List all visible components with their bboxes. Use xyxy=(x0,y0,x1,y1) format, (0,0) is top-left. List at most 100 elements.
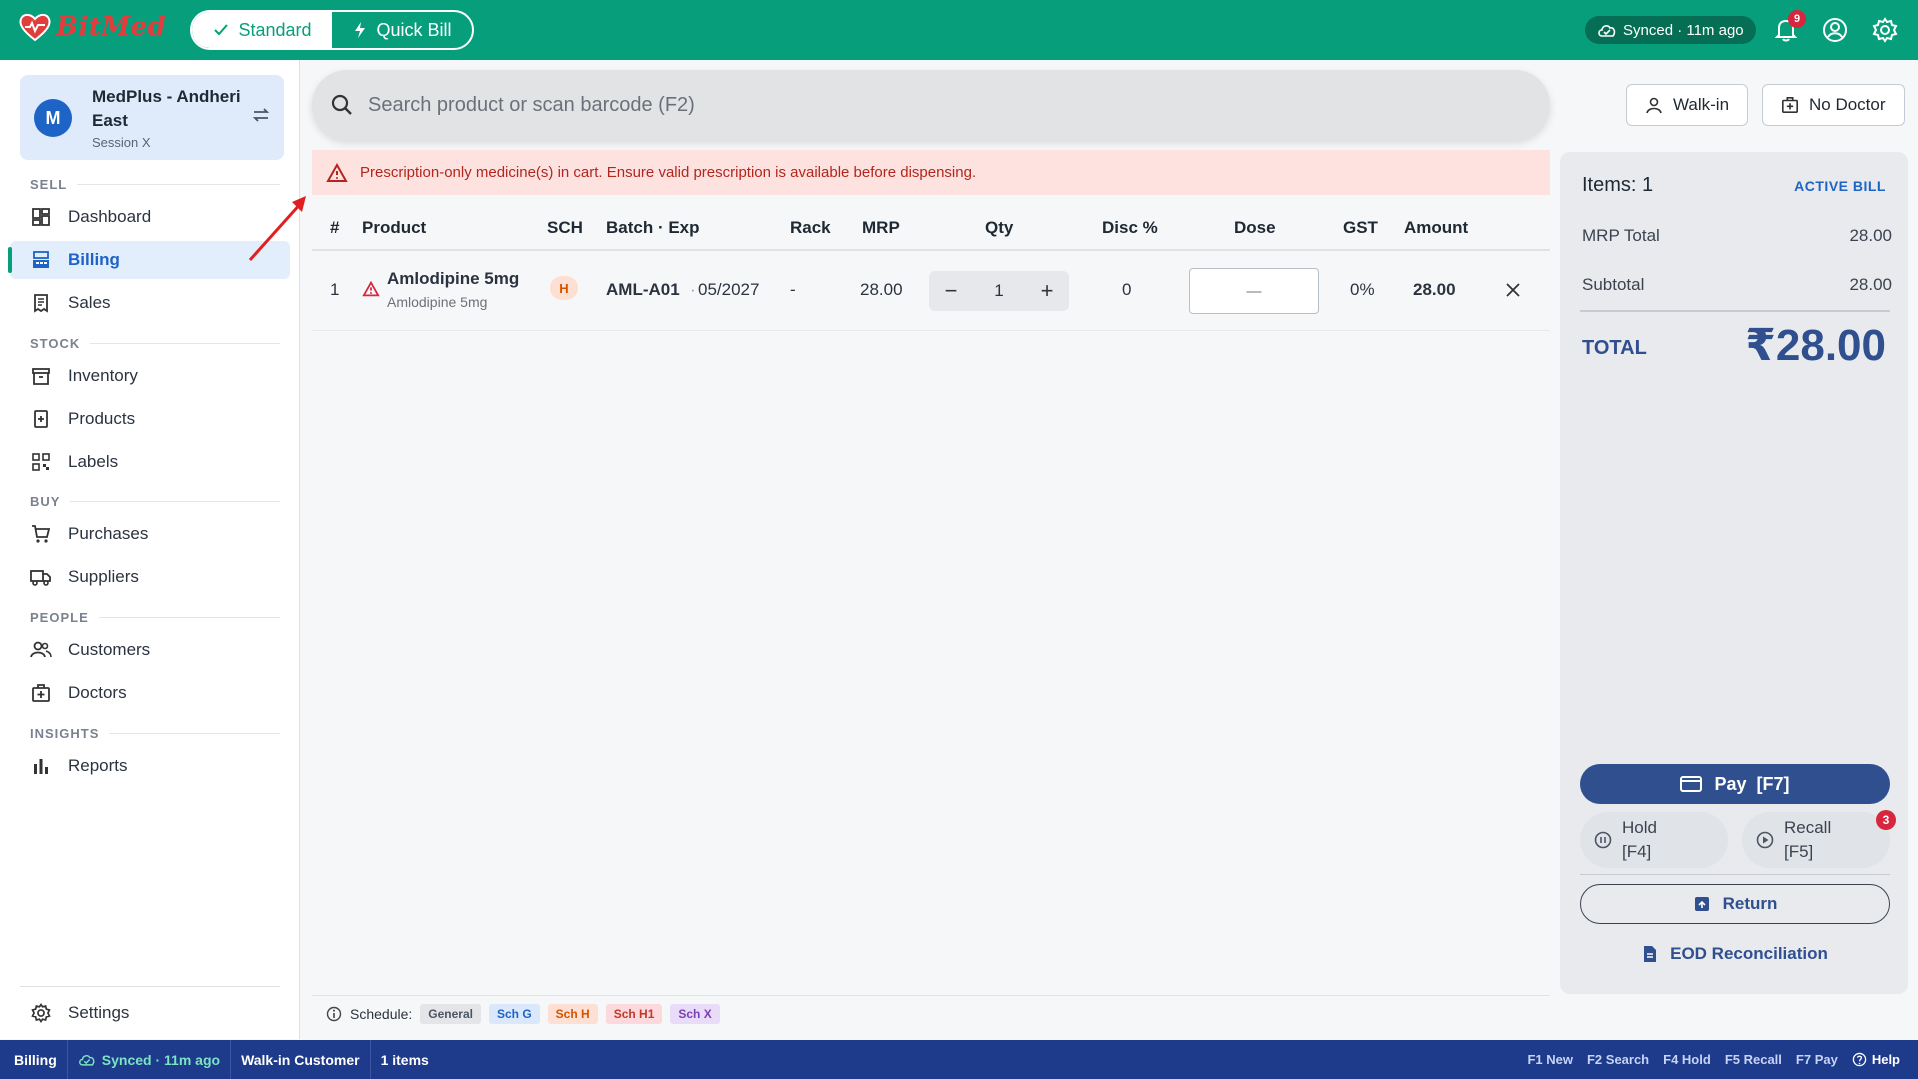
total-label: TOTAL xyxy=(1582,337,1647,359)
sidebar-item-label: Inventory xyxy=(68,366,138,385)
warning-triangle-icon xyxy=(326,162,348,182)
help-button[interactable]: Help xyxy=(1852,1052,1900,1067)
quick-bill-mode-label: Quick Bill xyxy=(376,19,452,40)
sidebar-item-suppliers[interactable]: Suppliers xyxy=(10,558,290,596)
shortcut-search[interactable]: F2 Search xyxy=(1587,1052,1649,1067)
eod-reconciliation-button[interactable]: EOD Reconciliation xyxy=(1580,934,1890,974)
shortcut-pay[interactable]: F7 Pay xyxy=(1796,1052,1838,1067)
mrp-total-row: MRP Total 28.00 xyxy=(1582,226,1892,246)
person-icon xyxy=(1646,97,1662,114)
doctor-label: No Doctor xyxy=(1809,95,1886,114)
notifications-button[interactable]: 9 xyxy=(1770,10,1806,46)
sidebar-item-label: Customers xyxy=(68,640,151,659)
gear-icon xyxy=(1872,17,1898,43)
actions-divider xyxy=(1580,874,1890,875)
people-icon xyxy=(30,639,52,661)
sync-status[interactable]: Synced · 11m ago xyxy=(1585,16,1756,44)
pay-label: Pay [F7] xyxy=(1714,773,1790,794)
medical-box-icon xyxy=(30,408,52,430)
sidebar-item-settings[interactable]: Settings xyxy=(10,994,290,1032)
recall-button[interactable]: Recall [F5] 3 xyxy=(1742,810,1896,868)
standard-mode-button[interactable]: Standard xyxy=(192,12,332,48)
logo-text: BitMed xyxy=(56,12,167,42)
sidebar-item-customers[interactable]: Customers xyxy=(10,631,290,669)
remove-item-icon[interactable] xyxy=(1505,282,1521,298)
amount-value: 28.00 xyxy=(1413,280,1456,299)
sidebar-divider xyxy=(20,986,280,987)
walk-in-customer-button[interactable]: Walk-in xyxy=(1626,84,1749,126)
sidebar-item-label: Dashboard xyxy=(68,207,152,226)
sidebar-item-inventory[interactable]: Inventory xyxy=(10,357,290,395)
dose-input[interactable] xyxy=(1189,268,1319,314)
sidebar-item-label: Billing xyxy=(68,250,120,269)
rack-value: - xyxy=(790,280,796,299)
column-header-qty: Qty xyxy=(985,218,1014,237)
shortcut-recall[interactable]: F5 Recall xyxy=(1725,1052,1782,1067)
settings-button[interactable] xyxy=(1869,14,1901,46)
status-customer: Walk-in Customer xyxy=(231,1040,371,1079)
swap-store-icon[interactable] xyxy=(252,107,270,128)
section-label-insights: INSIGHTS xyxy=(30,726,280,741)
walk-in-label: Walk-in xyxy=(1673,95,1730,114)
discount-value[interactable]: 0 xyxy=(1122,280,1131,300)
pause-circle-icon xyxy=(1594,831,1612,849)
return-box-icon xyxy=(1694,897,1709,911)
qr-code-icon xyxy=(30,451,52,473)
sidebar-item-labels[interactable]: Labels xyxy=(10,443,290,481)
product-name[interactable]: Amlodipine 5mg xyxy=(387,269,519,289)
cart-table-header: # Product SCH Batch · Exp Rack MRP Qty D… xyxy=(312,205,1550,251)
sidebar-item-products[interactable]: Products xyxy=(10,400,290,438)
shortcut-new[interactable]: F1 New xyxy=(1527,1052,1573,1067)
card-icon xyxy=(1680,776,1703,792)
bill-items-count: Items: 1 xyxy=(1582,174,1654,196)
schedule-legend: Schedule: General Sch G Sch H Sch H1 Sch… xyxy=(312,995,1550,1031)
select-doctor-button[interactable]: No Doctor xyxy=(1762,84,1905,126)
recall-label: Recall [F5] xyxy=(1784,818,1832,861)
cart-table: # Product SCH Batch · Exp Rack MRP Qty D… xyxy=(312,205,1550,331)
column-header-index: # xyxy=(330,218,340,237)
medical-bag-icon xyxy=(30,682,52,704)
subtotal-row: Subtotal 28.00 xyxy=(1582,275,1892,295)
return-label: Return xyxy=(1722,894,1778,913)
column-header-batch-exp: Batch · Exp xyxy=(606,218,700,237)
shortcut-hold[interactable]: F4 Hold xyxy=(1663,1052,1711,1067)
sidebar-item-label: Labels xyxy=(68,452,119,471)
quantity-value[interactable]: 1 xyxy=(994,281,1003,301)
pay-button[interactable]: Pay [F7] xyxy=(1580,764,1890,804)
column-header-rack: Rack xyxy=(790,218,831,237)
search-icon xyxy=(331,94,352,115)
store-name: MedPlus - Andheri East xyxy=(92,87,241,130)
medical-bag-icon xyxy=(1781,96,1799,114)
sidebar-item-reports[interactable]: Reports xyxy=(10,747,290,785)
gst-value: 0% xyxy=(1350,280,1375,299)
sidebar-item-sales[interactable]: Sales xyxy=(10,284,290,322)
increase-qty-button[interactable]: + xyxy=(1035,278,1059,303)
table-row[interactable]: 1 Amlodipine 5mg Amlodipine 5mg H AML-A0… xyxy=(312,251,1550,331)
section-label-stock: STOCK xyxy=(30,336,280,351)
sidebar-item-label: Doctors xyxy=(68,683,127,702)
sidebar-item-doctors[interactable]: Doctors xyxy=(10,674,290,712)
legend-label: Schedule: xyxy=(350,1005,413,1022)
column-header-amount: Amount xyxy=(1404,218,1469,237)
bar-chart-icon xyxy=(30,755,52,777)
column-header-mrp: MRP xyxy=(862,218,900,237)
hold-button[interactable]: Hold [F4] xyxy=(1580,812,1728,868)
decrease-qty-button[interactable]: − xyxy=(939,278,963,303)
sidebar-item-purchases[interactable]: Purchases xyxy=(10,515,290,553)
column-header-sch: SCH xyxy=(547,218,583,237)
inventory-icon xyxy=(30,365,52,387)
store-avatar: M xyxy=(34,99,72,137)
sync-status-text: Synced · 11m ago xyxy=(1623,21,1744,39)
app-logo[interactable]: BitMed xyxy=(18,12,166,42)
subtotal-value: 28.00 xyxy=(1849,275,1892,294)
quick-bill-mode-button[interactable]: Quick Bill xyxy=(332,12,472,48)
notification-count-badge: 9 xyxy=(1788,10,1806,28)
account-button[interactable] xyxy=(1819,14,1851,46)
heart-logo-icon xyxy=(19,13,51,42)
expiry-date: 05/2027 xyxy=(698,280,760,299)
return-button[interactable]: Return xyxy=(1580,884,1890,924)
product-generic: Amlodipine 5mg xyxy=(387,294,488,310)
store-selector[interactable]: M MedPlus - Andheri East Session X xyxy=(20,75,284,160)
product-search-input[interactable] xyxy=(368,93,1468,117)
row-index: 1 xyxy=(330,280,340,299)
